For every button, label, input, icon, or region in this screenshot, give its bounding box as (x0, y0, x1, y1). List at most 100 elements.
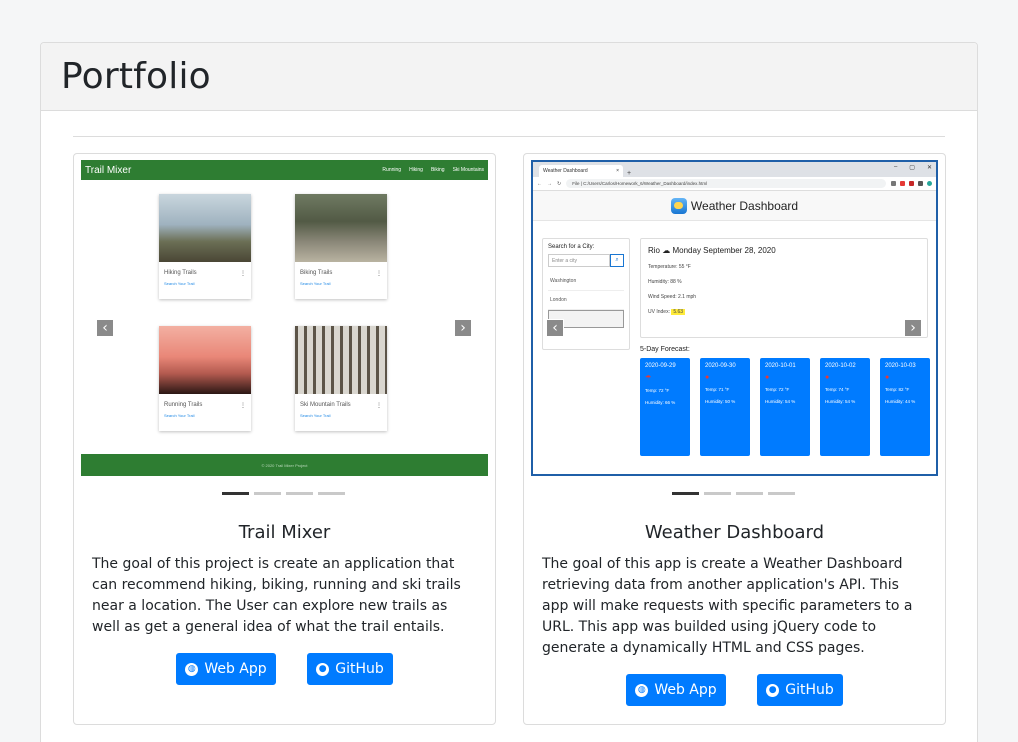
wd-uv-label: UV Index: (648, 309, 670, 315)
browser-tabs: Weather Dashboard × + – ▢ ✕ (533, 162, 936, 177)
wd-forecast-date: 2020-10-01 (765, 363, 796, 369)
project-screenshot-trail-mixer[interactable]: Trail Mixer Running Hiking Biking Ski Mo… (81, 160, 488, 476)
avatar (927, 181, 932, 186)
tm-tile-title: Running Trails (164, 402, 203, 408)
wd-forecast-date: 2020-10-03 (885, 363, 916, 369)
forward-icon: → (547, 180, 552, 187)
github-button[interactable]: ● GitHub (757, 674, 843, 706)
carousel-indicator[interactable] (318, 492, 345, 495)
carousel-indicator[interactable] (254, 492, 281, 495)
chevron-left-icon[interactable]: ‹ (96, 319, 114, 337)
chevron-right-icon[interactable]: › (454, 319, 472, 337)
carousel-indicators (222, 492, 345, 495)
wd-forecast-card: 2020-10-01 ● Temp: 72 °F Humidity: 54 % (760, 358, 810, 456)
wd-forecast-label: 5-Day Forecast: (640, 346, 690, 353)
back-icon: ← (537, 180, 542, 187)
tm-body: Hiking Trails ⋮ Search Your Trail Biking … (81, 180, 488, 454)
minimize-icon: – (893, 164, 898, 170)
project-card-trail-mixer: Trail Mixer Running Hiking Biking Ski Mo… (73, 153, 496, 725)
wd-current: Rio ☁ Monday September 28, 2020 Temperat… (640, 238, 928, 338)
page-title: Portfolio (61, 56, 211, 97)
tm-tile-ski: Ski Mountain Trails ⋮ Search Your Trail (295, 326, 387, 431)
more-icon: ⋮ (240, 271, 246, 277)
more-icon: ⋮ (240, 403, 246, 409)
project-description: The goal of this project is create an ap… (92, 556, 461, 635)
hiking-image (159, 194, 251, 262)
wd-history-item: London (548, 291, 624, 310)
wd-wind: Wind Speed: 2.1 mph (648, 294, 697, 300)
web-app-button[interactable]: ◍ Web App (626, 674, 726, 706)
portfolio-header: Portfolio (41, 43, 977, 111)
globe-icon: ◍ (635, 683, 649, 697)
sun-icon: ● (765, 374, 770, 381)
project-title: Trail Mixer (238, 522, 331, 543)
wd-forecast-humidity: Humidity: 66 % (645, 400, 676, 406)
tm-tile-hiking: Hiking Trails ⋮ Search Your Trail (159, 194, 251, 299)
tm-tile-running: Running Trails ⋮ Search Your Trail (159, 326, 251, 431)
url-scheme: File (572, 181, 580, 186)
close-icon: ✕ (926, 165, 932, 171)
github-label: GitHub (335, 661, 384, 677)
tm-tile-biking: Biking Trails ⋮ Search Your Trail (295, 194, 387, 299)
search-icon: ⌕ (610, 254, 624, 267)
wd-search-label: Search for a City: (548, 244, 595, 250)
new-tab-icon: + (627, 170, 632, 177)
chevron-right-icon[interactable]: › (904, 319, 922, 337)
carousel-indicator[interactable] (672, 492, 699, 495)
url-field: File | C:/Users/Carlos/Homework_6/Weathe… (566, 179, 886, 188)
globe-icon: ◍ (185, 662, 199, 676)
wd-city: Rio (648, 246, 661, 255)
maximize-icon: ▢ (909, 165, 915, 171)
star-icon (891, 181, 896, 186)
tm-tile-title: Ski Mountain Trails (300, 402, 351, 408)
project-description: The goal of this app is create a Weather… (542, 556, 913, 656)
carousel-indicator[interactable] (736, 492, 763, 495)
extension-icon (918, 181, 923, 186)
web-app-label: Web App (204, 661, 267, 677)
more-icon: ⋮ (376, 271, 382, 277)
chevron-left-icon[interactable]: ‹ (546, 319, 564, 337)
wd-title: Weather Dashboard (690, 198, 799, 213)
web-app-button[interactable]: ◍ Web App (176, 653, 276, 685)
weather-logo-icon (670, 197, 687, 214)
divider (73, 136, 945, 137)
tm-tile-link: Search Your Trail (164, 281, 195, 286)
wd-forecast-temp: Temp: 72 °F (765, 387, 790, 392)
tm-tile-link: Search Your Trail (164, 413, 195, 418)
project-title: Weather Dashboard (644, 522, 825, 543)
browser-address-bar: ← → ↻ File | C:/Users/Carlos/Homework_6/… (533, 177, 936, 191)
tm-tile-title: Biking Trails (300, 270, 333, 276)
project-screenshot-weather[interactable]: Weather Dashboard × + – ▢ ✕ ← → ↻ File |… (531, 160, 938, 476)
portfolio-section: Portfolio Trail Mixer Running Hiking Bik… (40, 42, 978, 742)
tm-nav-link: Ski Mountains (452, 167, 484, 173)
carousel-indicator[interactable] (704, 492, 731, 495)
wd-forecast-humidity: Humidity: 44 % (885, 399, 916, 405)
extension-icon (900, 181, 905, 186)
tm-footer: © 2020 Trail Mixer Project (81, 454, 488, 476)
github-icon: ● (316, 662, 330, 676)
wd-forecast-date: 2020-09-30 (705, 363, 736, 369)
wd-forecast-card: 2020-09-30 ● Temp: 71 °F Humidity: 50 % (700, 358, 750, 456)
wd-search-input: Enter a city (548, 254, 610, 267)
carousel-indicator[interactable] (286, 492, 313, 495)
sun-icon: ● (705, 374, 710, 381)
wd-history-item: Washington (548, 272, 624, 291)
extension-icon (909, 181, 914, 186)
wd-forecast-temp: Temp: 71 °F (705, 387, 730, 392)
github-button[interactable]: ● GitHub (307, 653, 393, 685)
wd-date: Monday September 28, 2020 (672, 246, 776, 255)
web-app-label: Web App (654, 682, 717, 698)
running-image (159, 326, 251, 394)
cloud-icon: ☁ (662, 246, 671, 255)
wd-header: Weather Dashboard (533, 191, 936, 221)
ski-image (295, 326, 387, 394)
tm-navbar: Trail Mixer Running Hiking Biking Ski Mo… (81, 160, 488, 180)
carousel-indicator[interactable] (768, 492, 795, 495)
wd-humidity: Humidity: 88 % (648, 279, 682, 285)
carousel-indicator[interactable] (222, 492, 249, 495)
wd-forecast-card: 2020-09-29 ☂ Temp: 72 °F Humidity: 66 % (640, 358, 690, 456)
window-controls: – ▢ ✕ (894, 164, 932, 171)
wd-temperature: Temperature: 55 °F (648, 264, 691, 270)
sun-icon: ● (825, 374, 830, 381)
wd-uv-value: 5.63 (671, 309, 686, 315)
